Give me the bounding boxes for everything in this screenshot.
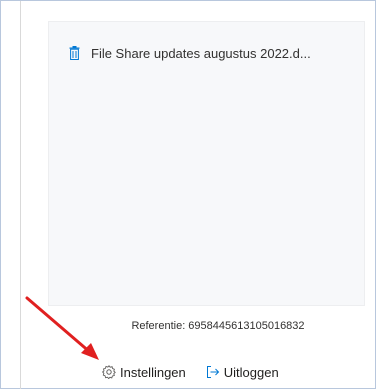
attachment-file-name[interactable]: File Share updates augustus 2022.d... (91, 46, 311, 61)
trash-icon[interactable] (69, 46, 80, 61)
attachment-item[interactable]: File Share updates augustus 2022.d... (69, 44, 359, 62)
settings-label: Instellingen (120, 364, 186, 380)
logout-label: Uitloggen (223, 364, 279, 380)
attachments-panel: File Share updates augustus 2022.d... (48, 21, 365, 306)
logout-link[interactable]: Uitloggen (206, 365, 279, 380)
settings-link[interactable]: Instellingen (101, 364, 186, 380)
sign-out-icon (206, 365, 220, 379)
footer-links: Instellingen Uitloggen (101, 363, 279, 381)
gear-icon (101, 365, 116, 380)
reference-id: Referentie: 6958445613105016832 (131, 320, 305, 332)
dialog-frame: File Share updates augustus 2022.d... Re… (0, 0, 376, 389)
